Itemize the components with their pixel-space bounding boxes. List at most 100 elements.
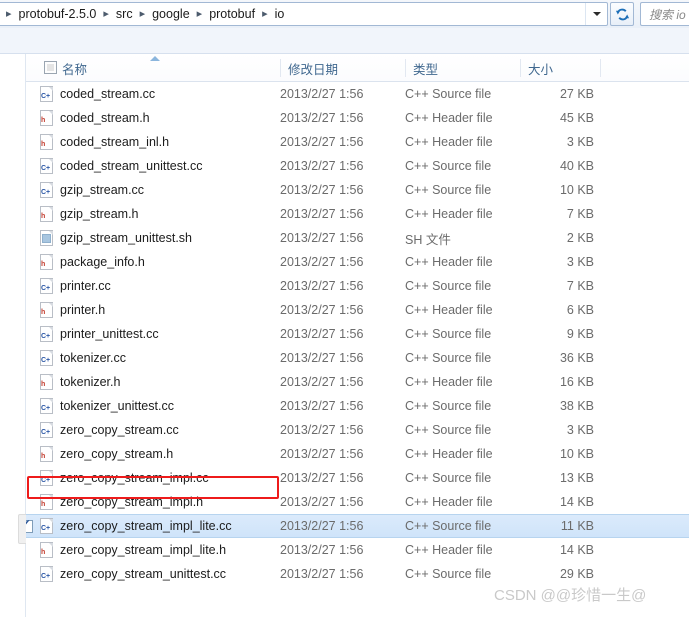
file-name-label: zero_copy_stream.cc — [60, 423, 179, 437]
address-bar: protobuf-2.5.0 src google protobuf io 搜索 io — [0, 0, 689, 28]
cell-file-name[interactable]: C+ zero_copy_stream.cc — [40, 422, 179, 438]
file-name-label: package_info.h — [60, 255, 145, 269]
cell-file-type: C++ Header file — [405, 447, 493, 461]
cell-file-size: 40 KB — [559, 159, 594, 173]
breadcrumb-item-protobuf-2-5-0[interactable]: protobuf-2.5.0 — [16, 5, 100, 23]
cell-file-type: C++ Source file — [405, 423, 492, 437]
search-input[interactable]: 搜索 io — [640, 2, 689, 26]
cell-file-name[interactable]: C+ zero_copy_stream_impl.cc — [40, 470, 209, 486]
cell-file-name[interactable]: h printer.h — [40, 302, 105, 318]
cell-date-modified: 2013/2/27 1:56 — [280, 447, 364, 461]
refresh-icon[interactable] — [610, 2, 634, 26]
cpp-source-icon: C+ — [40, 566, 54, 582]
cell-date-modified: 2013/2/27 1:56 — [280, 399, 364, 413]
cell-file-type: C++ Source file — [405, 567, 492, 581]
cell-date-modified: 2013/2/27 1:56 — [280, 111, 364, 125]
cell-file-size: 3 KB — [566, 423, 594, 437]
cell-file-name[interactable]: h coded_stream.h — [40, 110, 150, 126]
table-row[interactable]: C+ printer_unittest.cc 2013/2/27 1:56 C++ S… — [26, 322, 689, 346]
cell-file-name[interactable]: gzip_stream_unittest.sh — [40, 230, 192, 246]
cpp-source-icon: C+ — [40, 326, 54, 342]
column-divider[interactable] — [600, 59, 601, 77]
select-all-checkbox[interactable] — [44, 61, 57, 74]
cell-file-size: 11 KB — [560, 519, 594, 533]
column-header-size[interactable]: 大小 — [528, 54, 600, 82]
cell-date-modified: 2013/2/27 1:56 — [280, 471, 364, 485]
cpp-header-icon: h — [40, 302, 54, 318]
cell-file-type: C++ Source file — [405, 519, 492, 533]
cell-date-modified: 2013/2/27 1:56 — [280, 279, 364, 293]
table-row[interactable]: C+ gzip_stream.cc 2013/2/27 1:56 C++ Source… — [26, 178, 689, 202]
cell-file-name[interactable]: h coded_stream_inl.h — [40, 134, 169, 150]
table-row[interactable]: h coded_stream.h 2013/2/27 1:56 C++ Header … — [26, 106, 689, 130]
table-row[interactable]: C+ coded_stream.cc 2013/2/27 1:56 C++ Sourc… — [26, 82, 689, 106]
column-header-type-label: 类型 — [413, 62, 439, 77]
table-row[interactable]: C+ coded_stream_unittest.cc 2013/2/27 1:56… — [26, 154, 689, 178]
cell-file-name[interactable]: h tokenizer.h — [40, 374, 120, 390]
cell-date-modified: 2013/2/27 1:56 — [280, 255, 364, 269]
cell-file-name[interactable]: C+ printer_unittest.cc — [40, 326, 159, 342]
file-name-label: printer.cc — [60, 279, 111, 293]
table-row[interactable]: gzip_stream_unittest.sh 2013/2/27 1:56 SH … — [26, 226, 689, 250]
file-name-label: gzip_stream.h — [60, 207, 139, 221]
breadcrumb-item-google[interactable]: google — [149, 5, 193, 23]
row-checkbox[interactable] — [26, 518, 34, 533]
breadcrumb-item-src[interactable]: src — [113, 5, 136, 23]
cell-file-size: 10 KB — [559, 447, 594, 461]
shell-script-icon — [40, 230, 54, 246]
table-row[interactable]: h printer.h 2013/2/27 1:56 C++ Header file 6… — [26, 298, 689, 322]
breadcrumb-item-io[interactable]: io — [272, 5, 288, 23]
file-name-label: coded_stream.h — [60, 111, 150, 125]
cell-file-name[interactable]: h zero_copy_stream_impl.h — [40, 494, 203, 510]
cpp-header-icon: h — [40, 110, 54, 126]
cell-file-name[interactable]: h package_info.h — [40, 254, 145, 270]
table-row[interactable]: C+ printer.cc 2013/2/27 1:56 C++ Source fil… — [26, 274, 689, 298]
table-row[interactable]: C+ zero_copy_stream_impl_lite.cc 2013/2/27… — [26, 514, 689, 538]
cell-file-name[interactable]: C+ tokenizer.cc — [40, 350, 126, 366]
cell-file-name[interactable]: C+ coded_stream_unittest.cc — [40, 158, 202, 174]
file-name-label: coded_stream_unittest.cc — [60, 159, 203, 173]
column-header-row: 名称 修改日期 类型 大小 — [26, 54, 689, 82]
address-path-box[interactable]: protobuf-2.5.0 src google protobuf io — [0, 2, 608, 26]
column-divider[interactable] — [280, 59, 281, 77]
cell-date-modified: 2013/2/27 1:56 — [280, 519, 364, 533]
column-divider[interactable] — [520, 59, 521, 77]
column-header-name[interactable]: 名称 — [62, 54, 280, 82]
column-divider[interactable] — [405, 59, 406, 77]
breadcrumb-item-protobuf[interactable]: protobuf — [206, 5, 258, 23]
cell-file-name[interactable]: C+ gzip_stream.cc — [40, 182, 144, 198]
table-row[interactable]: C+ tokenizer.cc 2013/2/27 1:56 C++ Source f… — [26, 346, 689, 370]
cell-file-name[interactable]: h gzip_stream.h — [40, 206, 139, 222]
table-row[interactable]: h tokenizer.h 2013/2/27 1:56 C++ Header fil… — [26, 370, 689, 394]
table-row[interactable]: h gzip_stream.h 2013/2/27 1:56 C++ Header f… — [26, 202, 689, 226]
table-row[interactable]: C+ tokenizer_unittest.cc 2013/2/27 1:56 C++… — [26, 394, 689, 418]
cpp-header-icon: h — [40, 494, 54, 510]
table-row[interactable]: h zero_copy_stream_impl_lite.h 2013/2/27 1… — [26, 538, 689, 562]
cell-file-type: C++ Source file — [405, 471, 492, 485]
cell-file-name[interactable]: C+ zero_copy_stream_unittest.cc — [40, 566, 226, 582]
cell-file-name[interactable]: C+ printer.cc — [40, 278, 111, 294]
cell-file-name[interactable]: h zero_copy_stream_impl_lite.h — [40, 542, 226, 558]
column-header-type[interactable]: 类型 — [413, 54, 520, 82]
cell-file-size: 45 KB — [559, 111, 594, 125]
cell-file-size: 3 KB — [566, 135, 594, 149]
file-list[interactable]: C+ coded_stream.cc 2013/2/27 1:56 C++ Sourc… — [26, 82, 689, 617]
breadcrumb-separator-icon — [136, 9, 150, 20]
cell-file-name[interactable]: C+ zero_copy_stream_impl_lite.cc — [40, 518, 232, 534]
cell-file-name[interactable]: h zero_copy_stream.h — [40, 446, 173, 462]
cpp-source-icon: C+ — [40, 158, 54, 174]
chevron-down-icon[interactable] — [585, 3, 607, 25]
column-header-date[interactable]: 修改日期 — [288, 54, 405, 82]
table-row[interactable]: C+ zero_copy_stream_impl.cc 2013/2/27 1:56… — [26, 466, 689, 490]
table-row[interactable]: C+ zero_copy_stream_unittest.cc 2013/2/27 … — [26, 562, 689, 586]
file-name-label: zero_copy_stream_impl_lite.cc — [60, 519, 232, 533]
table-row[interactable]: h coded_stream_inl.h 2013/2/27 1:56 C++ Hea… — [26, 130, 689, 154]
cell-file-name[interactable]: C+ coded_stream.cc — [40, 86, 155, 102]
cpp-header-icon: h — [40, 446, 54, 462]
cell-file-name[interactable]: C+ tokenizer_unittest.cc — [40, 398, 174, 414]
table-row[interactable]: C+ zero_copy_stream.cc 2013/2/27 1:56 C++ S… — [26, 418, 689, 442]
table-row[interactable]: h zero_copy_stream_impl.h 2013/2/27 1:56 C+… — [26, 490, 689, 514]
table-row[interactable]: h zero_copy_stream.h 2013/2/27 1:56 C++ Hea… — [26, 442, 689, 466]
navigation-pane — [0, 54, 27, 617]
table-row[interactable]: h package_info.h 2013/2/27 1:56 C++ Header … — [26, 250, 689, 274]
